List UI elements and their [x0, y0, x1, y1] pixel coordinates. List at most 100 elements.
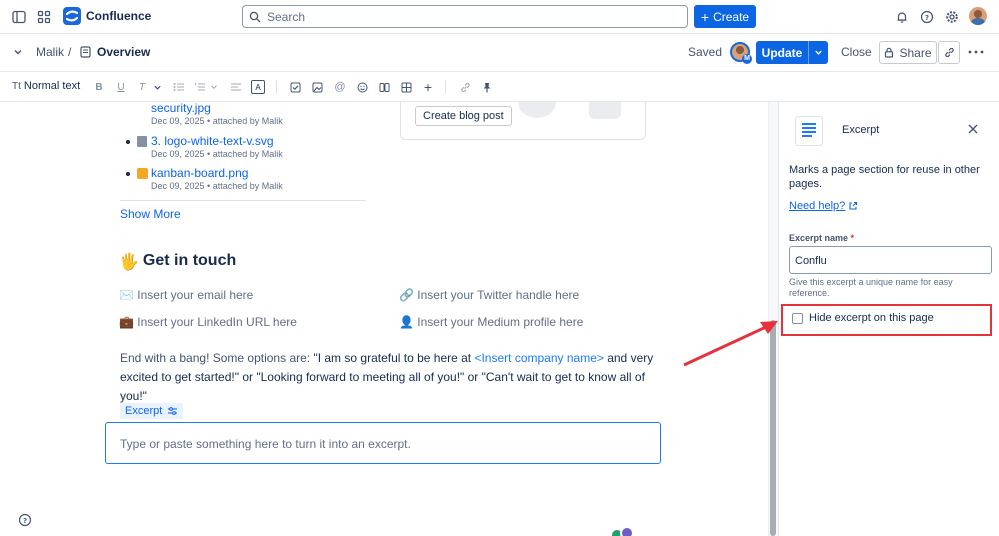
closing-intro: End with a bang! Some options are:: [120, 351, 314, 365]
link-emoji-icon: 🔗: [399, 288, 414, 302]
hide-excerpt-label[interactable]: Hide excerpt on this page: [809, 312, 934, 324]
app-name: Confluence: [86, 9, 152, 23]
update-options-chevron-icon[interactable]: [809, 41, 828, 64]
collaborator-head-shape: [736, 46, 744, 54]
page-title[interactable]: Overview: [97, 45, 150, 59]
search-input[interactable]: Search: [242, 5, 688, 28]
copy-link-button[interactable]: [938, 41, 960, 64]
text-style-icon: Tt: [12, 80, 21, 92]
confluence-editor-window: Confluence Search + Create ? Malik / Ove…: [0, 0, 999, 536]
decorative-circle: [518, 102, 556, 118]
collaboration-avatars[interactable]: [610, 526, 642, 536]
hand-emoji-icon: 🖐: [119, 254, 139, 271]
show-more-link[interactable]: Show More: [120, 207, 181, 221]
close-button[interactable]: Close: [841, 45, 872, 59]
settings-gear-icon[interactable]: [939, 4, 965, 30]
share-button[interactable]: Share: [879, 41, 937, 64]
excerpt-body-input[interactable]: Type or paste something here to turn it …: [105, 422, 661, 464]
underline-icon[interactable]: U: [114, 80, 128, 94]
text-color-icon[interactable]: A: [251, 80, 265, 94]
decorative-square: [589, 102, 621, 119]
need-help-link[interactable]: Need help?: [789, 200, 858, 212]
company-placeholder: <Insert company name>: [474, 351, 604, 365]
attachment-meta: Dec 09, 2025 • attached by Malik: [151, 116, 283, 126]
attachment-link[interactable]: kanban-board.png: [151, 166, 283, 180]
saved-status: Saved: [688, 45, 723, 59]
excerpt-config-panel: Excerpt Marks a page section for reuse i…: [778, 102, 999, 536]
blog-post-card: Create blog post: [400, 102, 646, 140]
panel-title: Excerpt: [842, 124, 880, 136]
excerpt-name-input[interactable]: Conflu: [789, 246, 992, 274]
person-icon: 👤: [399, 315, 414, 329]
toolbar-link-icon[interactable]: [458, 80, 472, 94]
numbered-list-icon[interactable]: [193, 80, 207, 94]
svg-text:?: ?: [925, 14, 929, 22]
mention-icon[interactable]: @: [333, 80, 347, 94]
excerpt-name-value: Conflu: [795, 255, 827, 267]
field-label-text: Excerpt name: [789, 233, 849, 243]
list-options-chevron-icon[interactable]: [207, 80, 221, 94]
get-in-touch-heading: 🖐 Get in touch: [119, 252, 236, 272]
more-formatting-chevron-icon[interactable]: [150, 80, 164, 94]
contact-medium: 👤 Insert your Medium profile here: [399, 315, 583, 329]
editor-scrollbar[interactable]: [768, 102, 778, 536]
search-placeholder: Search: [267, 9, 306, 24]
update-button-group: Update: [756, 41, 828, 64]
layouts-icon[interactable]: [377, 80, 391, 94]
insert-plus-icon[interactable]: +: [421, 79, 435, 95]
image-file-icon: [137, 168, 148, 179]
text-style-label: Normal text: [23, 80, 81, 92]
update-button[interactable]: Update: [756, 41, 809, 64]
settings-sliders-icon: [168, 407, 178, 415]
app-switcher-icon[interactable]: [31, 4, 57, 30]
sidebar-toggle-icon[interactable]: [6, 4, 32, 30]
table-icon[interactable]: [399, 80, 413, 94]
scrollbar-thumb[interactable]: [770, 320, 776, 536]
task-checkbox-icon[interactable]: [288, 80, 302, 94]
hide-excerpt-checkbox[interactable]: [792, 313, 803, 324]
text-style-dropdown[interactable]: Tt Normal text: [12, 80, 80, 92]
editor-content[interactable]: security.jpg Dec 09, 2025 • attached by …: [0, 102, 768, 536]
alignment-icon[interactable]: [229, 80, 243, 94]
breadcrumb-space[interactable]: Malik: [36, 45, 64, 59]
attachment-item: 3. logo-white-text-v.svg Dec 09, 2025 • …: [126, 134, 283, 159]
create-blog-post-button[interactable]: Create blog post: [415, 106, 512, 126]
attachment-meta: Dec 09, 2025 • attached by Malik: [151, 181, 283, 191]
chevron-down-icon[interactable]: [13, 47, 23, 57]
attachment-link[interactable]: security.jpg: [151, 102, 283, 115]
excerpt-macro-icon: [795, 116, 823, 146]
closing-quote: "I am so grateful to be here at: [313, 351, 475, 365]
more-actions-icon[interactable]: [966, 44, 986, 60]
breadcrumb-separator: /: [68, 45, 72, 59]
contact-text: Insert your LinkedIn URL here: [137, 315, 297, 329]
close-icon[interactable]: [967, 123, 979, 135]
user-avatar[interactable]: [969, 7, 987, 25]
macro-icon-line: [802, 131, 816, 133]
help-icon[interactable]: ?: [914, 4, 940, 30]
italic-icon[interactable]: T: [135, 80, 149, 94]
create-button[interactable]: + Create: [694, 5, 756, 28]
contact-text: Insert your email here: [137, 288, 254, 302]
excerpt-macro-tag[interactable]: Excerpt: [120, 403, 184, 419]
pin-icon[interactable]: [480, 80, 494, 94]
attachment-link[interactable]: 3. logo-white-text-v.svg: [151, 134, 283, 148]
bullet-list-icon[interactable]: [172, 80, 186, 94]
avatar-head-shape: [974, 10, 982, 18]
file-icon: [137, 136, 147, 147]
avatar-body-shape: [971, 18, 985, 25]
contact-linkedin: 💼 Insert your LinkedIn URL here: [119, 315, 297, 329]
briefcase-icon: 💼: [119, 315, 134, 329]
excerpt-name-label: Excerpt name *: [789, 233, 854, 243]
image-icon[interactable]: [310, 80, 324, 94]
field-hint: Give this excerpt a unique name for easy…: [789, 277, 953, 298]
create-button-label: Create: [713, 9, 750, 24]
notifications-bell-icon[interactable]: [889, 4, 915, 30]
bold-icon[interactable]: B: [92, 80, 106, 94]
divider: [120, 200, 366, 201]
emoji-icon[interactable]: [355, 80, 369, 94]
confluence-logo[interactable]: Confluence: [63, 7, 151, 25]
avatar-badge: M: [742, 54, 752, 64]
contact-twitter: 🔗 Insert your Twitter handle here: [399, 288, 579, 302]
share-button-label: Share: [899, 45, 932, 60]
help-circle-icon[interactable]: ?: [18, 513, 32, 527]
